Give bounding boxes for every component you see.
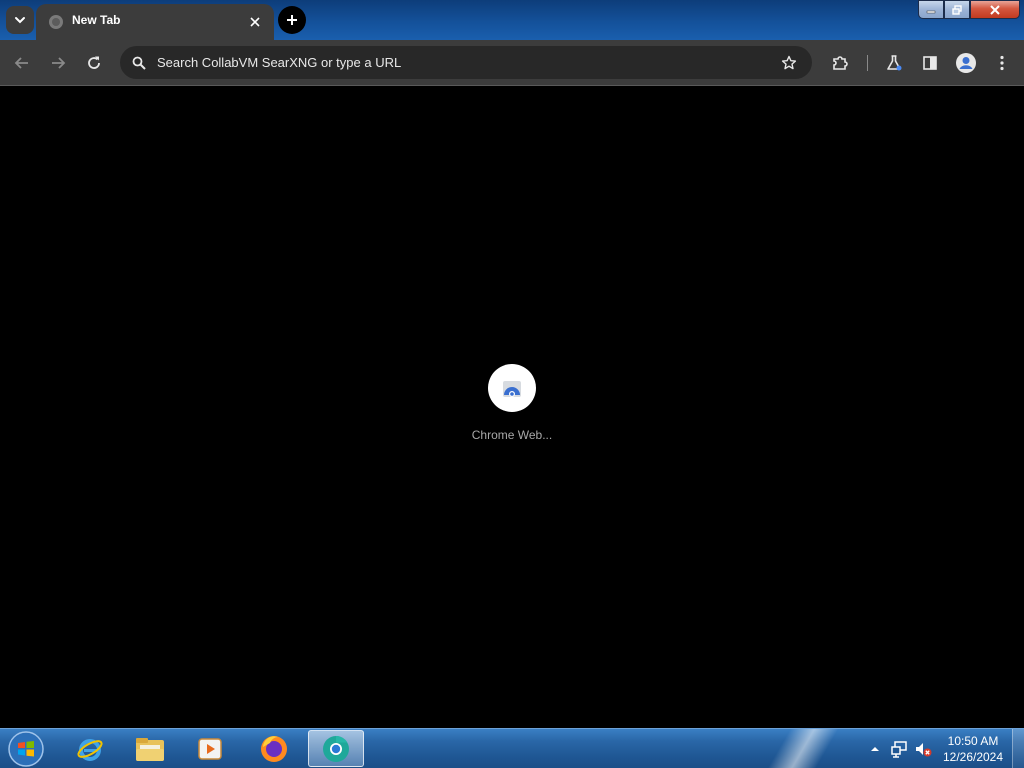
shortcut-chrome-web-store[interactable]: Chrome Web... xyxy=(462,364,562,449)
extensions-icon xyxy=(833,56,848,70)
clock-time: 10:50 AM xyxy=(947,734,999,748)
menu-icon xyxy=(1000,55,1004,71)
chrome-web-store-icon xyxy=(503,381,521,397)
menu-button[interactable] xyxy=(990,51,1014,75)
chevron-down-icon xyxy=(15,17,25,24)
reload-icon xyxy=(88,56,100,69)
forward-button[interactable] xyxy=(46,51,70,75)
volume-muted-icon xyxy=(916,743,932,757)
internet-explorer-icon xyxy=(77,738,103,761)
show-hidden-icons-icon xyxy=(871,747,879,751)
bookmark-star-button[interactable] xyxy=(778,52,800,74)
browser-toolbar: Search CollabVM SearXNG or type a URL xyxy=(0,40,1024,86)
file-explorer-icon xyxy=(136,737,164,761)
tab-new-tab[interactable]: New Tab xyxy=(36,4,274,40)
start-button[interactable] xyxy=(6,730,46,768)
restore-icon xyxy=(952,4,962,15)
window-controls xyxy=(918,0,1020,19)
windows-logo-icon xyxy=(8,731,44,767)
back-icon xyxy=(14,57,28,69)
tab-title: New Tab xyxy=(72,13,121,27)
chrome-icon xyxy=(323,735,349,762)
address-bar[interactable]: Search CollabVM SearXNG or type a URL xyxy=(120,46,812,79)
forward-icon xyxy=(52,57,66,69)
volume-control[interactable] xyxy=(914,740,932,758)
taskbar: 10:50 AM 12/26/2024 xyxy=(0,728,1024,768)
restore-button[interactable] xyxy=(944,0,970,19)
clock-date: 12/26/2024 xyxy=(942,750,1004,764)
network-status[interactable] xyxy=(890,740,908,758)
profile-icon xyxy=(956,53,976,73)
taskbar-clock[interactable]: 10:50 AM 12/26/2024 xyxy=(940,733,1006,765)
shortcut-tile xyxy=(488,364,536,412)
show-desktop-button[interactable] xyxy=(1012,729,1024,768)
search-icon xyxy=(128,52,150,74)
taskbar-glow xyxy=(760,729,840,768)
profile-button[interactable] xyxy=(954,51,978,75)
new-tab-page: Chrome Web... xyxy=(0,87,1024,728)
tab-close-button[interactable] xyxy=(246,13,264,31)
side-panel-icon xyxy=(923,56,937,70)
taskbar-app-chrome[interactable] xyxy=(308,730,364,767)
toolbar-divider xyxy=(867,55,868,71)
globe-icon xyxy=(49,15,63,29)
taskbar-app-internet-explorer[interactable] xyxy=(62,730,118,767)
minimize-icon xyxy=(926,10,936,13)
desktop-screen: New Tab Search CollabVM SearXNG or type … xyxy=(0,0,1024,768)
firefox-icon xyxy=(261,735,287,762)
labs-button[interactable] xyxy=(882,51,906,75)
extensions-button[interactable] xyxy=(828,51,852,75)
new-tab-button[interactable] xyxy=(278,6,306,34)
close-window-button[interactable] xyxy=(970,0,1020,19)
tab-search-button[interactable] xyxy=(6,6,34,34)
reload-button[interactable] xyxy=(82,51,106,75)
labs-icon xyxy=(887,55,902,71)
close-icon xyxy=(250,17,260,27)
taskbar-app-media-player[interactable] xyxy=(182,730,238,767)
star-icon xyxy=(781,55,797,70)
media-player-icon xyxy=(198,737,222,760)
network-icon xyxy=(891,741,907,758)
minimize-button[interactable] xyxy=(918,0,944,19)
plus-icon xyxy=(287,15,297,25)
back-button[interactable] xyxy=(10,51,34,75)
taskbar-app-file-explorer[interactable] xyxy=(122,730,178,767)
address-bar-placeholder: Search CollabVM SearXNG or type a URL xyxy=(157,55,402,70)
close-icon xyxy=(990,4,1000,15)
shortcut-label: Chrome Web... xyxy=(471,428,553,442)
taskbar-app-firefox[interactable] xyxy=(246,730,302,767)
browser-titlebar: New Tab xyxy=(0,0,1024,40)
show-hidden-icons-button[interactable] xyxy=(866,740,884,758)
side-panel-button[interactable] xyxy=(918,51,942,75)
